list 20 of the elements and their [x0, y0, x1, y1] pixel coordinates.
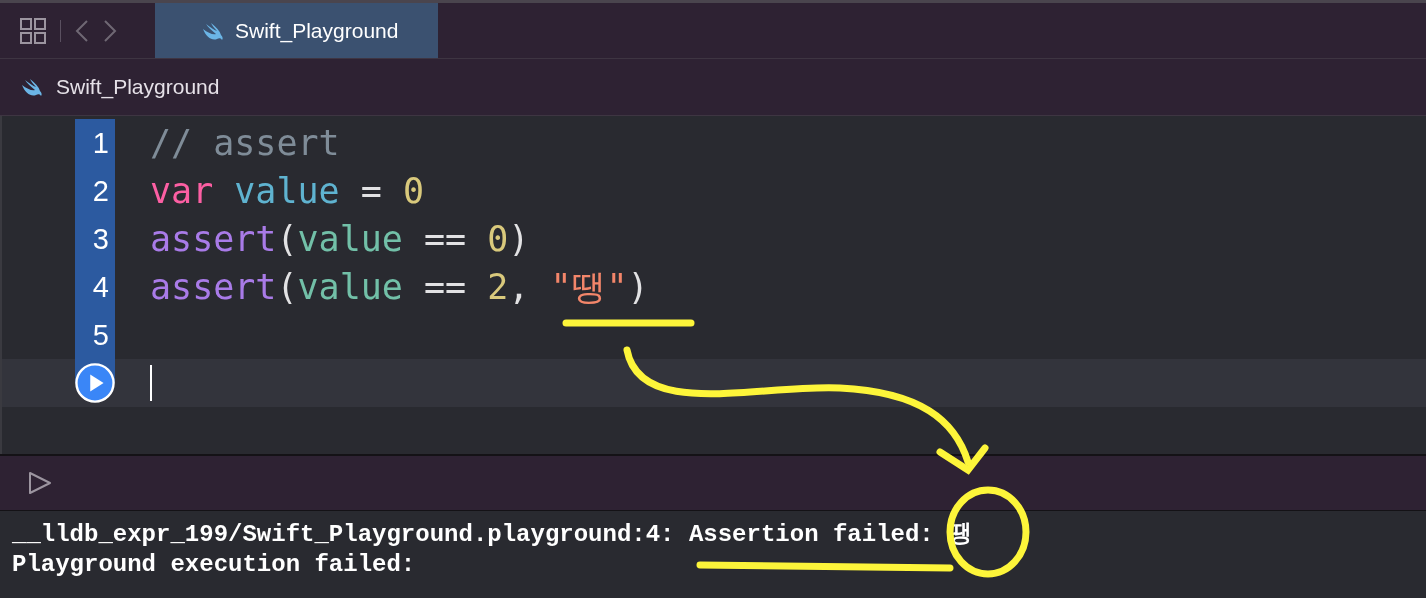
line-number: 4 [75, 263, 115, 311]
line-number: 3 [75, 215, 115, 263]
play-icon[interactable] [27, 470, 53, 496]
text-cursor [150, 365, 152, 401]
editor-tab[interactable]: Swift_Playground [155, 3, 439, 58]
swift-icon [20, 77, 44, 97]
code-line: assert(value == 2, "땡") [150, 265, 650, 309]
run-button[interactable] [75, 362, 115, 404]
back-icon[interactable] [75, 18, 89, 43]
swift-icon [201, 20, 225, 41]
grid-icon[interactable] [20, 17, 46, 44]
line-number: 2 [75, 167, 115, 215]
code-line: // assert [150, 123, 341, 163]
console-output-line: Playground execution failed: [12, 550, 417, 580]
line-number: 1 [75, 119, 115, 167]
code-line: assert(value == 0) [150, 219, 531, 259]
breadcrumb-item[interactable]: Swift_Playground [56, 75, 220, 99]
code-line: var value = 0 [150, 171, 425, 211]
line-number: 5 [75, 311, 115, 359]
forward-icon[interactable] [103, 18, 117, 43]
